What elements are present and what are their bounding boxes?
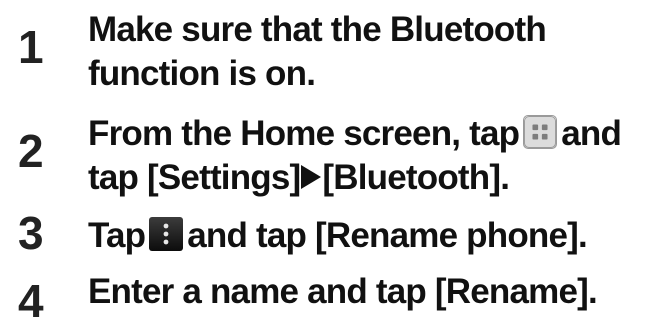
step-text: Enter a name and tap [Rename].: [88, 270, 660, 314]
step-text-segment: and tap [Rename phone].: [187, 216, 587, 255]
step-text-segment: From the Home screen, tap: [88, 114, 520, 153]
step-text: Make sure that the Bluetooth function is…: [88, 8, 660, 96]
step-text-segment: [Bluetooth].: [322, 158, 510, 197]
step-number: 3: [18, 207, 44, 259]
step-text-line: tap [Settings] [Bluetooth].: [88, 156, 660, 200]
step-text-segment: tap [Settings]: [88, 158, 301, 197]
step-text-line: Tap and tap [Rename phone].: [88, 214, 660, 258]
menu-icon: [149, 216, 184, 251]
step-text-line: Make sure that the Bluetooth: [88, 10, 547, 49]
step-number: 4: [18, 275, 44, 327]
step-number: 2: [18, 125, 44, 177]
step-text-line: function is on.: [88, 54, 316, 93]
right-triangle-icon: [301, 164, 322, 189]
apps-icon: [523, 114, 558, 149]
step-text-segment: Tap: [88, 216, 146, 255]
step-text: From the Home screen, tap and tap [Setti…: [88, 112, 660, 200]
step-text-segment: and: [561, 114, 622, 153]
step-number: 1: [18, 21, 44, 73]
step-text: Tap and tap [Rename phone].: [88, 214, 660, 258]
step-text-line: Enter a name and tap [Rename].: [88, 272, 598, 311]
step-text-line: From the Home screen, tap and: [88, 112, 660, 156]
